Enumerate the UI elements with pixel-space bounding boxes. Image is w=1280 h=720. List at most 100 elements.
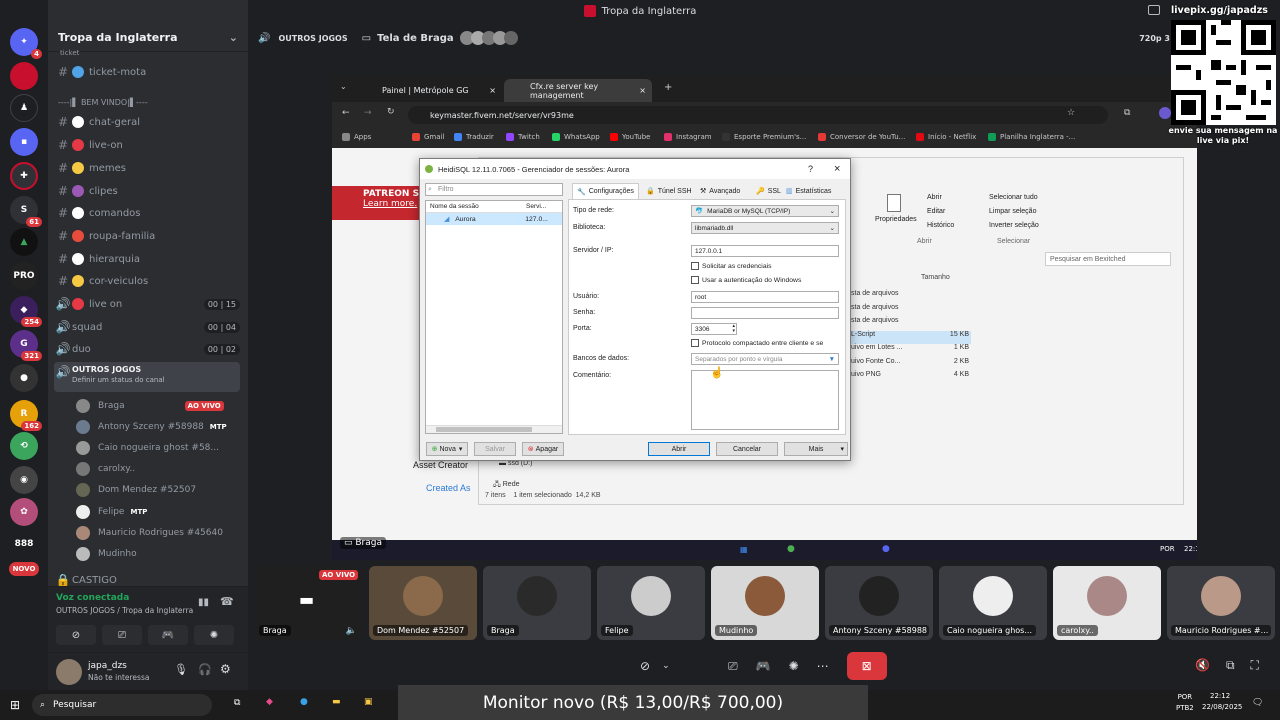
- soundboard-icon[interactable]: ✺: [789, 659, 799, 673]
- edit-button[interactable]: Editar: [927, 208, 945, 215]
- network-type-select[interactable]: 🐬 MariaDB or MySQL (TCP/IP) ⌄: [691, 205, 839, 217]
- filter-input[interactable]: ⌕ Filtro: [425, 183, 563, 196]
- column-header-server[interactable]: Servi...: [526, 203, 546, 210]
- app-icon-1[interactable]: ◆: [266, 697, 273, 707]
- voice-member[interactable]: Braga AO VIVO: [76, 396, 224, 416]
- column-header-session[interactable]: Nome da sessão: [426, 203, 526, 210]
- server-icon-2[interactable]: ♟: [10, 94, 38, 122]
- task-view-icon[interactable]: ⧉: [234, 698, 240, 708]
- cancel-button[interactable]: Cancelar: [716, 442, 778, 456]
- select-all-button[interactable]: Selecionar tudo: [989, 194, 1038, 201]
- game-icon[interactable]: 🎮: [756, 659, 771, 673]
- server-icon-netherlands[interactable]: [10, 62, 38, 90]
- bookmark-netflix[interactable]: Início - Netflix: [916, 133, 976, 141]
- star-icon[interactable]: ☆: [1067, 108, 1075, 118]
- camera-off-button[interactable]: ⊘: [56, 625, 96, 645]
- close-icon[interactable]: ×: [834, 163, 840, 175]
- calculator-icon[interactable]: ▣: [364, 697, 373, 707]
- browser-tab-2[interactable]: Cfx.re server key management ×: [504, 79, 652, 102]
- popout-icon[interactable]: ⧉: [1226, 658, 1235, 676]
- bookmark-twitch[interactable]: Twitch: [506, 133, 540, 141]
- bookmark-esporte[interactable]: Esporte Premium's...: [722, 133, 806, 141]
- mute-icon[interactable]: 🔇: [1195, 658, 1210, 676]
- volume-icon[interactable]: 🔈: [346, 626, 357, 636]
- column-header-size[interactable]: Tamanho: [921, 274, 950, 281]
- invert-selection-button[interactable]: Inverter seleção: [989, 222, 1039, 229]
- microphone-icon[interactable]: 🎙: [174, 663, 188, 676]
- server-icon-11[interactable]: R 162: [10, 400, 42, 431]
- file-explorer-icon[interactable]: ▬: [332, 697, 341, 707]
- participant-tile[interactable]: Dom Mendez #52507: [369, 566, 477, 640]
- taskbar-clock[interactable]: 22:12: [1210, 692, 1230, 700]
- profile-icon[interactable]: [1159, 107, 1171, 119]
- clear-selection-button[interactable]: Limpar seleção: [989, 208, 1036, 215]
- url-bar[interactable]: keymaster.fivem.net/server/vr93me: [408, 106, 1108, 124]
- voice-channel-outros-jogos[interactable]: 🔊 OUTROS JOGOS Definir um status do cana…: [54, 362, 240, 392]
- reload-icon[interactable]: ↻: [387, 107, 395, 117]
- browser-tab-1[interactable]: Painel | Metrópole GG ×: [356, 79, 502, 102]
- library-select[interactable]: libmariadb.dll ⌄: [691, 222, 839, 234]
- more-button[interactable]: Mais ▾: [784, 442, 848, 456]
- channel-live-on[interactable]: # live-on: [54, 135, 240, 155]
- nav-network[interactable]: 🖧 Rede: [493, 480, 519, 491]
- password-input[interactable]: [691, 307, 839, 319]
- voice-channel-live-on[interactable]: 🔊 live on 00 | 15: [54, 294, 240, 314]
- file-row[interactable]: sta de arquivos: [851, 290, 971, 304]
- tab-list-icon[interactable]: ⌄: [340, 82, 347, 91]
- server-icon-5[interactable]: S 61: [10, 196, 42, 227]
- server-input[interactable]: 127.0.0.1: [691, 245, 839, 257]
- more-icon[interactable]: ⋯: [817, 659, 829, 673]
- file-row[interactable]: sta de arquivos: [851, 317, 971, 331]
- server-icon-14[interactable]: ✿: [10, 498, 38, 526]
- monitor-icon[interactable]: [1148, 5, 1160, 15]
- server-icon-tropa[interactable]: ✚: [10, 162, 38, 190]
- voice-member[interactable]: Antony Szceny #58988 MTP: [76, 417, 227, 437]
- screen-share-icon[interactable]: ⎚: [728, 659, 738, 674]
- properties-button[interactable]: Propriedades: [875, 216, 917, 223]
- file-row[interactable]: uivo em Lotes ... 1 KB: [851, 344, 971, 358]
- signal-icon[interactable]: ▮▮: [198, 597, 209, 608]
- server-icon-8[interactable]: ◆ 254: [10, 296, 42, 327]
- new-tab-icon[interactable]: +: [664, 82, 672, 93]
- gear-icon[interactable]: ⚙: [220, 662, 231, 676]
- edge-icon[interactable]: ●: [300, 697, 308, 707]
- help-icon[interactable]: ?: [808, 164, 813, 174]
- voice-channel-name[interactable]: OUTROS JOGOS: [278, 34, 347, 43]
- participant-tile[interactable]: Caio nogueira ghos...: [939, 566, 1047, 640]
- nav-drive[interactable]: ▬ ssd (D:): [499, 460, 532, 467]
- checkbox-prompt-credentials[interactable]: Solicitar as credenciais: [691, 262, 772, 270]
- close-icon[interactable]: ×: [489, 86, 496, 95]
- server-icon-pro[interactable]: PRO: [10, 262, 38, 290]
- user-input[interactable]: root: [691, 291, 839, 303]
- start-icon[interactable]: ▦: [740, 545, 748, 554]
- properties-icon[interactable]: [887, 194, 901, 212]
- voice-channel-squad[interactable]: 🔊 squad 00 | 04: [54, 317, 240, 337]
- server-icon-12[interactable]: ⟲: [10, 432, 38, 460]
- participant-tile[interactable]: Felipe: [597, 566, 705, 640]
- channel-comandos[interactable]: # comandos: [54, 203, 240, 223]
- channel-ticket-mota[interactable]: # ticket-mota: [54, 62, 240, 82]
- participant-tile[interactable]: Mudinho: [711, 566, 819, 640]
- viewer-avatars[interactable]: [459, 31, 518, 45]
- back-icon[interactable]: ←: [342, 108, 350, 118]
- activity-button[interactable]: 🎮: [148, 625, 188, 645]
- taskbar-search[interactable]: ⌕ Pesquisar: [32, 694, 212, 716]
- voice-member[interactable]: Mudinho: [76, 544, 137, 564]
- open-button[interactable]: Abrir: [927, 194, 942, 201]
- server-icon-13[interactable]: ◉: [10, 466, 38, 494]
- server-icon-6[interactable]: ▲: [10, 228, 38, 256]
- channel-hierarquia[interactable]: # hierarquia: [54, 249, 240, 269]
- checkbox-compressed-protocol[interactable]: Protocolo compactado entre cliente e se: [691, 339, 823, 347]
- file-row[interactable]: uivo PNG 4 KB: [851, 371, 971, 385]
- camera-off-icon[interactable]: ⊘: [640, 659, 650, 673]
- spinner-icon[interactable]: ▴ ▾: [732, 324, 735, 334]
- comment-textarea[interactable]: [691, 370, 839, 430]
- discord-icon[interactable]: ●: [882, 544, 890, 554]
- voice-member[interactable]: Mauricio Rodrigues #45640: [76, 523, 223, 543]
- extensions-icon[interactable]: ⧉: [1124, 108, 1130, 118]
- participant-tile-braga-stream[interactable]: AO VIVO ▬ Braga 🔈: [255, 566, 363, 640]
- history-button[interactable]: Histórico: [927, 222, 954, 229]
- tab-avancado[interactable]: ⚒ Avançado: [696, 183, 744, 199]
- server-icon-9[interactable]: G 321: [10, 330, 42, 361]
- channel-cor-veiculos[interactable]: # cor-veiculos: [54, 271, 240, 291]
